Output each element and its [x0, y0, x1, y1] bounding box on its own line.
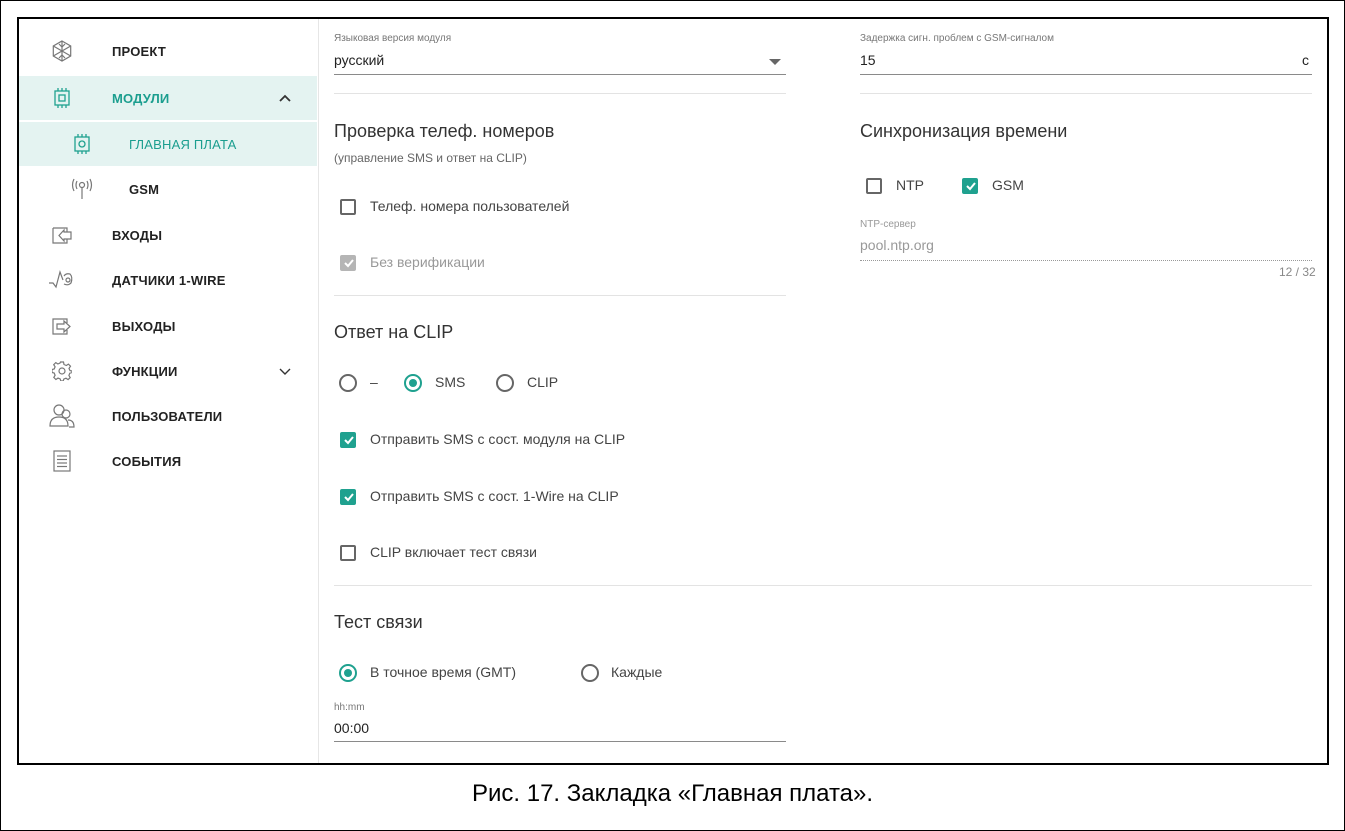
- sidebar-item-label: СОБЫТИЯ: [112, 453, 182, 469]
- clip-option-clip-radio[interactable]: [496, 374, 514, 392]
- sidebar-item-label: ПРОЕКТ: [112, 43, 167, 59]
- clip-test-checkbox[interactable]: [340, 545, 356, 561]
- user-numbers-checkbox[interactable]: [340, 199, 356, 215]
- gsm-sync-checkbox[interactable]: [962, 178, 978, 194]
- sidebar-item-label: ГЛАВНАЯ ПЛАТА: [129, 136, 237, 152]
- divider: [334, 93, 786, 94]
- check-icon: [344, 259, 354, 268]
- check-icon: [344, 493, 354, 502]
- clip-option-sms-label: SMS: [435, 374, 466, 390]
- link-test-title: Тест связи: [334, 612, 423, 632]
- dropdown-arrow-icon[interactable]: [769, 59, 781, 65]
- clip-answer-title: Ответ на CLIP: [334, 322, 454, 342]
- users-icon: [49, 403, 75, 429]
- language-underline: [334, 74, 786, 75]
- gsm-delay-unit: с: [1302, 52, 1309, 68]
- sidebar-item-events[interactable]: СОБЫТИЯ: [19, 439, 317, 483]
- sidebar-item-label: GSM: [129, 181, 160, 197]
- send-1wire-state-label: Отправить SMS с сост. 1-Wire на CLIP: [370, 488, 619, 504]
- clip-option-clip-label: CLIP: [527, 374, 559, 390]
- sidebar-item-1wire-sensors[interactable]: ДАТЧИКИ 1-WIRE: [19, 258, 317, 302]
- phone-check-subtitle: (управление SMS и ответ на CLIP): [334, 151, 527, 165]
- sidebar-item-label: МОДУЛИ: [112, 90, 170, 106]
- clip-test-label: CLIP включает тест связи: [370, 544, 537, 560]
- send-module-state-checkbox[interactable]: [340, 432, 356, 448]
- chip-icon: [69, 131, 95, 157]
- no-verification-label: Без верификации: [370, 254, 485, 270]
- input-icon: [49, 222, 75, 248]
- sidebar-item-users[interactable]: ПОЛЬЗОВАТЕЛИ: [19, 394, 317, 438]
- clip-option-none-label: –: [370, 374, 378, 390]
- antenna-icon: [69, 176, 95, 202]
- output-icon: [49, 313, 75, 339]
- snowflake-icon: [49, 38, 75, 64]
- time-label: hh:mm: [334, 702, 365, 713]
- gsm-sync-label: GSM: [992, 177, 1024, 193]
- app-window: ПРОЕКТ МОДУЛИ ГЛАВНАЯ ПЛАТА GSM ВХОДЫ ДА…: [17, 17, 1329, 765]
- sidebar-item-inputs[interactable]: ВХОДЫ: [19, 213, 317, 257]
- main-content: Языковая версия модуля русский Задержка …: [319, 19, 1327, 763]
- sidebar-item-main-board[interactable]: ГЛАВНАЯ ПЛАТА: [19, 122, 317, 166]
- figure-caption: Рис. 17. Закладка «Главная плата».: [471, 780, 874, 807]
- language-select[interactable]: русский: [334, 52, 384, 68]
- chip-icon: [49, 85, 75, 111]
- sidebar-item-gsm[interactable]: GSM: [19, 167, 317, 211]
- gsm-delay-underline: [860, 74, 1312, 75]
- gear-icon: [49, 358, 75, 384]
- sidebar-item-label: ВХОДЫ: [112, 227, 163, 243]
- document-icon: [49, 448, 75, 474]
- ntp-server-label: NTP-сервер: [860, 219, 916, 230]
- link-test-exact-time-radio[interactable]: [339, 664, 357, 682]
- time-underline: [334, 741, 786, 742]
- user-numbers-label: Телеф. номера пользователей: [370, 198, 570, 214]
- sidebar-item-functions[interactable]: ФУНКЦИИ: [19, 349, 317, 393]
- divider: [860, 93, 1312, 94]
- language-label: Языковая версия модуля: [334, 33, 452, 44]
- time-sync-title: Синхронизация времени: [860, 121, 1068, 141]
- send-1wire-state-checkbox[interactable]: [340, 489, 356, 505]
- ntp-server-input[interactable]: pool.ntp.org: [860, 237, 934, 253]
- check-icon: [966, 182, 976, 191]
- phone-check-title: Проверка телеф. номеров: [334, 121, 555, 141]
- clip-option-sms-radio[interactable]: [404, 374, 422, 392]
- sensor-icon: [49, 267, 75, 293]
- chevron-up-icon[interactable]: [277, 90, 293, 106]
- sidebar-item-label: ВЫХОДЫ: [112, 318, 176, 334]
- ntp-server-counter: 12 / 32: [1279, 265, 1316, 279]
- chevron-down-icon[interactable]: [277, 363, 293, 379]
- no-verification-checkbox[interactable]: [340, 255, 356, 271]
- sidebar-item-label: ПОЛЬЗОВАТЕЛИ: [112, 408, 223, 424]
- sidebar-item-label: ДАТЧИКИ 1-WIRE: [112, 272, 226, 288]
- sidebar-item-outputs[interactable]: ВЫХОДЫ: [19, 304, 317, 348]
- divider: [334, 295, 786, 296]
- sidebar-item-label: ФУНКЦИИ: [112, 363, 178, 379]
- check-icon: [344, 436, 354, 445]
- time-input[interactable]: 00:00: [334, 720, 369, 736]
- ntp-server-underline: [860, 260, 1312, 261]
- ntp-label: NTP: [896, 177, 924, 193]
- link-test-every-label: Каждые: [611, 664, 663, 680]
- gsm-delay-input[interactable]: 15: [860, 52, 876, 68]
- send-module-state-label: Отправить SMS с сост. модуля на CLIP: [370, 431, 626, 447]
- divider: [334, 585, 1312, 586]
- sidebar: ПРОЕКТ МОДУЛИ ГЛАВНАЯ ПЛАТА GSM ВХОДЫ ДА…: [19, 19, 319, 763]
- clip-option-none-radio[interactable]: [339, 374, 357, 392]
- sidebar-item-project[interactable]: ПРОЕКТ: [19, 29, 317, 73]
- gsm-delay-label: Задержка сигн. проблем с GSM-сигналом: [860, 33, 1054, 44]
- link-test-every-radio[interactable]: [581, 664, 599, 682]
- ntp-checkbox[interactable]: [866, 178, 882, 194]
- link-test-exact-time-label: В точное время (GMT): [370, 664, 516, 680]
- sidebar-item-modules[interactable]: МОДУЛИ: [19, 76, 317, 120]
